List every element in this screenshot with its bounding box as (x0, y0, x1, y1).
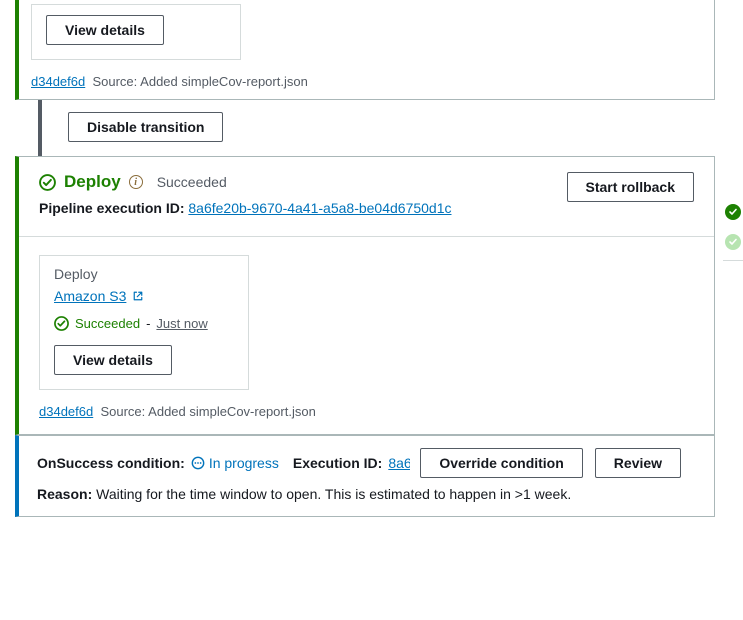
commit-row: d34def6d Source: Added simpleCov-report.… (31, 74, 702, 89)
check-circle-icon (39, 174, 56, 191)
disable-transition-button[interactable]: Disable transition (68, 112, 223, 142)
source-stage-bottom: View details d34def6d Source: Added simp… (15, 0, 715, 100)
onsuccess-condition: OnSuccess condition: In progress Executi… (15, 435, 715, 517)
commit-message: Source: Added simpleCov-report.json (100, 404, 315, 419)
separator: - (146, 316, 150, 331)
provider-link[interactable]: Amazon S3 (54, 288, 126, 304)
side-indicators (723, 200, 743, 261)
condition-status: In progress (191, 455, 279, 471)
exec-id-label: Execution ID: (293, 455, 382, 471)
condition-label: OnSuccess condition: (37, 455, 185, 471)
action-time[interactable]: Just now (156, 316, 207, 331)
commit-link[interactable]: d34def6d (31, 74, 85, 89)
review-button[interactable]: Review (595, 448, 681, 478)
reason-label: Reason: (37, 486, 92, 502)
commit-row: d34def6d Source: Added simpleCov-report.… (39, 404, 694, 419)
in-progress-icon (191, 456, 205, 470)
status-badge-icon (725, 204, 741, 220)
commit-message: Source: Added simpleCov-report.json (92, 74, 307, 89)
stage-name: Deploy (64, 172, 121, 192)
commit-link[interactable]: d34def6d (39, 404, 93, 419)
stage-status: Succeeded (157, 174, 227, 190)
exec-label: Pipeline execution ID: (39, 200, 184, 216)
check-circle-icon (54, 316, 69, 331)
action-title: Deploy (54, 266, 234, 282)
execution-id-row: Pipeline execution ID: 8a6fe20b-9670-4a4… (39, 200, 452, 216)
deploy-action-card: Deploy Amazon S3 Succeeded - Just now Vi… (39, 255, 249, 390)
status-badge-icon (725, 234, 741, 250)
transition-bar (38, 100, 42, 156)
start-rollback-button[interactable]: Start rollback (567, 172, 694, 202)
action-status: Succeeded (75, 316, 140, 331)
execution-id-link[interactable]: 8a6fe20b-9670-4a41-a5a8-be04d6750d1c (188, 200, 451, 216)
info-icon[interactable]: i (129, 175, 143, 189)
exec-id-link[interactable]: 8a6fe20b-9670-4a41-a5a8-be04d6750d1c (388, 455, 410, 471)
reason-text: Waiting for the time window to open. Thi… (96, 486, 571, 502)
action-card: View details (31, 4, 241, 60)
external-link-icon (132, 290, 144, 302)
divider (19, 236, 714, 237)
override-condition-button[interactable]: Override condition (420, 448, 582, 478)
view-details-button[interactable]: View details (46, 15, 164, 45)
view-details-button[interactable]: View details (54, 345, 172, 375)
transition-zone: Disable transition (38, 100, 743, 156)
deploy-stage: Deploy i Succeeded Pipeline execution ID… (15, 156, 715, 435)
